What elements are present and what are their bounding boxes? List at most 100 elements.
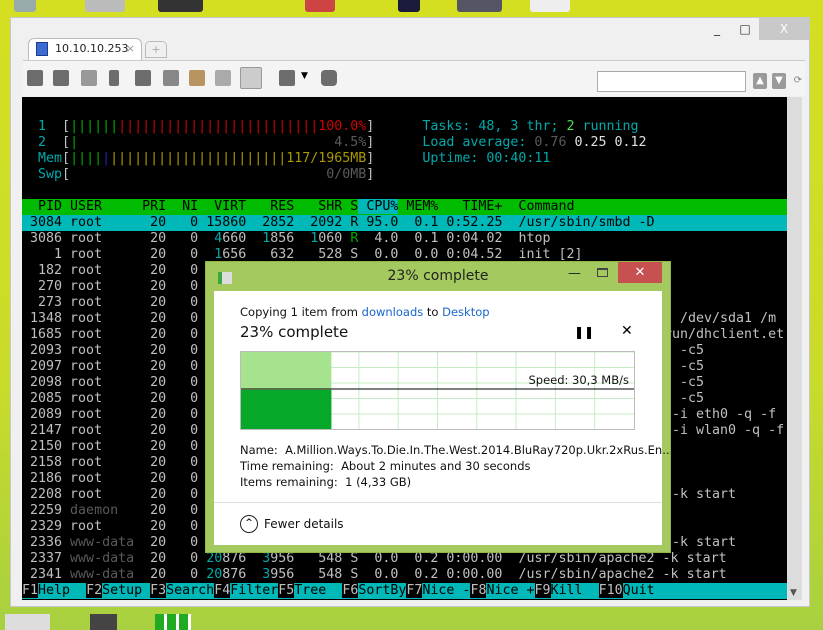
process-row[interactable]: 2341 www-data 20 0 20876 3956 548 S 0.0 … bbox=[22, 567, 787, 583]
maximize-button[interactable] bbox=[597, 268, 608, 277]
column-header-cpu[interactable]: CPU% bbox=[358, 199, 399, 214]
taskbar-thumbnail[interactable] bbox=[155, 614, 191, 630]
desktop-icon[interactable] bbox=[158, 0, 203, 12]
fkey-label[interactable]: Search bbox=[166, 583, 214, 598]
fkey-f6[interactable]: F6 bbox=[342, 583, 359, 598]
fkey-label[interactable]: Nice + bbox=[486, 583, 534, 598]
fkey-label[interactable]: Help bbox=[38, 583, 86, 598]
fkey-f7[interactable]: F7 bbox=[406, 583, 423, 598]
percent-complete: 23% complete bbox=[240, 323, 349, 341]
nice: 0 bbox=[166, 455, 199, 470]
user: root bbox=[70, 455, 143, 470]
column-header-time[interactable]: TIME+ bbox=[438, 199, 502, 214]
fkey-f8[interactable]: F8 bbox=[470, 583, 487, 598]
column-header-pri[interactable]: PRI bbox=[134, 199, 166, 214]
nice: 0 bbox=[166, 359, 199, 374]
column-header-command[interactable]: Command bbox=[502, 199, 574, 214]
fkey-label[interactable]: Nice - bbox=[422, 583, 470, 598]
scroll-down-icon[interactable]: ▼ bbox=[790, 588, 797, 598]
fkey-f5[interactable]: F5 bbox=[278, 583, 295, 598]
desktop-icon[interactable] bbox=[530, 0, 570, 12]
meter-value: 100.0% bbox=[318, 119, 367, 134]
fewer-details-button[interactable]: ^ Fewer details bbox=[240, 515, 344, 533]
search-input[interactable] bbox=[597, 71, 746, 92]
minimize-button[interactable]: _ bbox=[703, 18, 731, 40]
source-link[interactable]: downloads bbox=[362, 305, 424, 319]
command-fragment: -i eth0 -q -f bbox=[664, 407, 777, 422]
new-tab-button[interactable]: + bbox=[145, 41, 167, 58]
taskbar-thumbnail[interactable] bbox=[5, 614, 50, 630]
search-up-icon[interactable]: ▲ bbox=[753, 73, 767, 89]
meter-value: 117/1965MB bbox=[286, 151, 367, 166]
nice: 0 bbox=[166, 407, 199, 422]
nice: 0 bbox=[166, 471, 199, 486]
tab-session[interactable]: 10.10.10.253 × bbox=[28, 38, 142, 60]
column-header-ni[interactable]: NI bbox=[166, 199, 198, 214]
alt-key-icon[interactable] bbox=[240, 67, 262, 89]
fkey-label[interactable]: Tree bbox=[294, 583, 342, 598]
desktop-icon[interactable] bbox=[85, 0, 125, 12]
user: root bbox=[70, 519, 143, 534]
column-header-user[interactable]: USER bbox=[62, 199, 134, 214]
process-row[interactable]: 2337 www-data 20 0 20876 3956 548 S 0.0 … bbox=[22, 551, 787, 567]
fkey-label[interactable]: Kill bbox=[551, 583, 599, 598]
mem-thousands: 20 bbox=[206, 551, 223, 566]
meter-label: Mem bbox=[38, 151, 63, 166]
log-icon[interactable] bbox=[215, 70, 231, 86]
fkey-label[interactable]: SortBy bbox=[358, 583, 406, 598]
tab-close-icon[interactable]: × bbox=[126, 39, 135, 59]
taskbar-thumbnail[interactable] bbox=[90, 614, 117, 630]
pause-button[interactable]: ❚❚ bbox=[574, 325, 594, 339]
process-row[interactable]: 3086 root 20 0 4660 1856 1060 R 4.0 0.1 … bbox=[22, 231, 787, 247]
fkey-f1[interactable]: F1 bbox=[22, 583, 39, 598]
destination-link[interactable]: Desktop bbox=[442, 305, 489, 319]
refresh-icon[interactable]: ⟳ bbox=[791, 73, 805, 89]
maximize-button[interactable]: □ bbox=[731, 18, 759, 40]
priority: 20 bbox=[142, 471, 167, 486]
mem-thousands: 2 bbox=[262, 215, 271, 230]
desktop-icon[interactable] bbox=[398, 0, 420, 12]
column-header-mem[interactable]: MEM% bbox=[398, 199, 438, 214]
time-label: Time remaining: bbox=[240, 459, 334, 473]
process-row[interactable]: 3084 root 20 0 15860 2852 2092 R 95.0 0.… bbox=[22, 215, 787, 231]
terminal-icon[interactable] bbox=[27, 70, 43, 86]
user: www-data bbox=[70, 551, 143, 566]
user: www-data bbox=[70, 567, 143, 582]
fkey-f2[interactable]: F2 bbox=[86, 583, 103, 598]
command: /usr/sbin/apache2 -k start bbox=[518, 551, 727, 566]
desktop-icon[interactable] bbox=[305, 0, 335, 12]
fkey-label[interactable]: Filter bbox=[230, 583, 278, 598]
fkey-f10[interactable]: F10 bbox=[598, 583, 623, 598]
minimize-button[interactable]: — bbox=[568, 266, 581, 281]
close-button[interactable]: ✕ bbox=[618, 262, 662, 283]
column-header-shr[interactable]: SHR bbox=[294, 199, 342, 214]
fkey-f4[interactable]: F4 bbox=[214, 583, 231, 598]
search-down-icon[interactable]: ▼ bbox=[772, 73, 786, 89]
dropdown-arrow-icon[interactable]: ▼ bbox=[301, 71, 308, 81]
column-header-res[interactable]: RES bbox=[246, 199, 294, 214]
paste-icon[interactable] bbox=[163, 70, 179, 86]
duplicate-session-icon[interactable] bbox=[53, 70, 69, 86]
cpu-percent: 4.0 bbox=[358, 231, 399, 246]
column-header-virt[interactable]: VIRT bbox=[198, 199, 246, 214]
close-button[interactable]: X bbox=[759, 18, 809, 40]
fkey-label[interactable]: Quit bbox=[623, 583, 655, 598]
clone-session-icon[interactable] bbox=[81, 70, 97, 86]
info-icon[interactable] bbox=[321, 70, 337, 86]
cpu-time: 0:04.02 bbox=[438, 231, 503, 246]
copy-icon[interactable] bbox=[135, 70, 151, 86]
terminal-scrollbar[interactable]: ▼ bbox=[787, 97, 802, 600]
fkey-f9[interactable]: F9 bbox=[534, 583, 551, 598]
pid: 2341 bbox=[22, 567, 63, 582]
desktop-icon[interactable] bbox=[14, 0, 36, 12]
column-header-pid[interactable]: PID bbox=[22, 199, 62, 214]
fkey-f3[interactable]: F3 bbox=[150, 583, 167, 598]
keyboard-monitor-icon[interactable] bbox=[279, 70, 295, 86]
wrench-icon[interactable] bbox=[109, 70, 119, 86]
cancel-button[interactable]: ✕ bbox=[621, 323, 633, 339]
broom-icon[interactable] bbox=[189, 70, 205, 86]
column-header-s[interactable]: S bbox=[342, 199, 358, 214]
fkey-label[interactable]: Setup bbox=[102, 583, 150, 598]
desktop-icon[interactable] bbox=[457, 0, 502, 12]
meter-label: Swp bbox=[38, 167, 63, 182]
